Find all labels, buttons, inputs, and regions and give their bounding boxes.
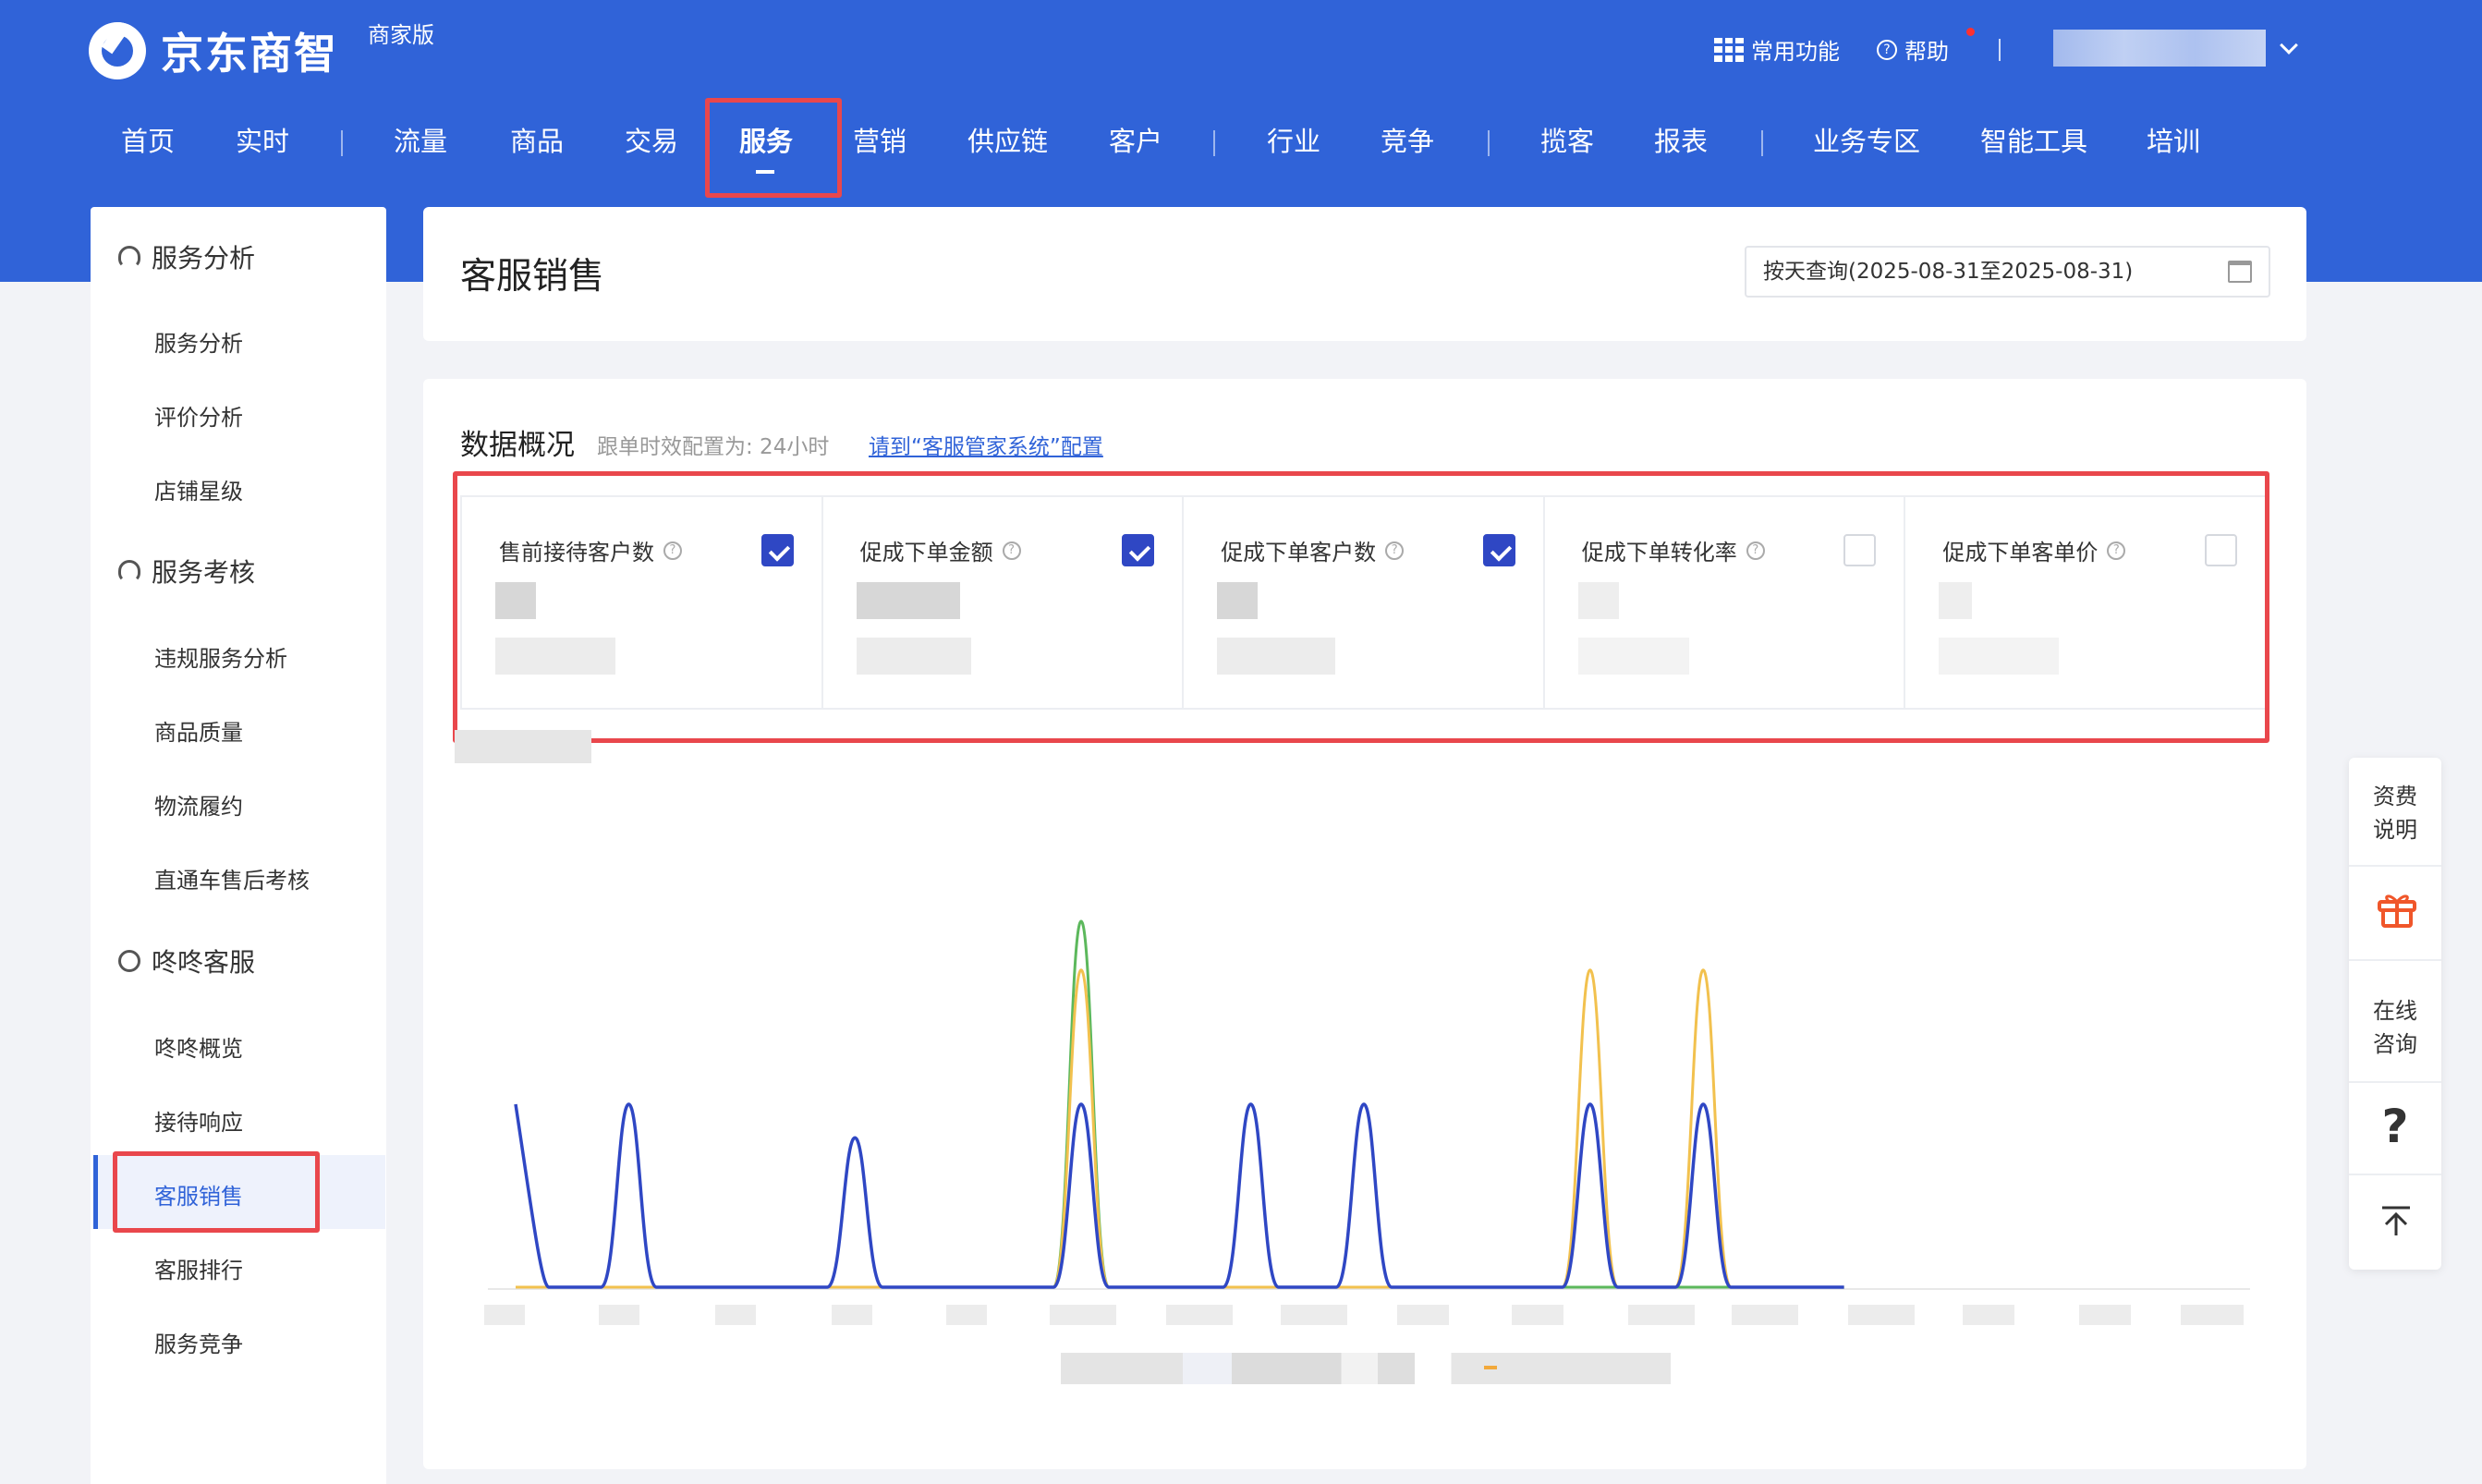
nav-realtime[interactable]: 实时	[236, 123, 289, 160]
online-consult-label: 在线咨询	[2373, 998, 2417, 1057]
calendar-icon[interactable]	[2228, 261, 2252, 283]
sidebar-item-violation-analysis[interactable]: 违规服务分析	[154, 640, 287, 673]
sidebar-item-aftersale-assessment[interactable]: 直通车售后考核	[154, 862, 310, 894]
notification-dot	[1966, 28, 1975, 36]
nav-supply-chain[interactable]: 供应链	[967, 123, 1048, 160]
nav-reports[interactable]: 报表	[1654, 123, 1708, 160]
sidebar-item-review-analysis[interactable]: 评价分析	[154, 399, 243, 432]
common-functions-link[interactable]: 常用功能	[1751, 33, 1840, 66]
floating-toolbar: 资费说明 在线咨询 ?	[2349, 758, 2441, 1270]
date-picker-value: 按天查询(2025-08-31至2025-08-31)	[1763, 260, 2134, 284]
nav-customers[interactable]: 客户	[1109, 123, 1162, 160]
brand-name: 京东商智	[161, 29, 338, 79]
headset-icon	[118, 246, 140, 268]
sidebar-group-label: 服务考核	[152, 557, 256, 588]
sidebar-item-service-analysis[interactable]: 服务分析	[154, 325, 243, 358]
header-tools: 常用功能 ? 帮助	[1714, 33, 2001, 66]
highlight-box-nav-service	[705, 98, 842, 198]
toolbar-divider	[2349, 959, 2441, 961]
fee-info-label: 资费说明	[2373, 784, 2417, 843]
x-tick-blurred	[832, 1305, 872, 1325]
x-tick-blurred	[1166, 1305, 1233, 1325]
nav-smart-tools[interactable]: 智能工具	[1980, 123, 2087, 160]
series-line-blue	[514, 1102, 1844, 1289]
highlight-box-sidebar	[113, 1151, 320, 1233]
sidebar-group-label: 服务分析	[152, 243, 256, 274]
toolbar-divider	[2349, 1081, 2441, 1083]
nav-divider	[1488, 130, 1490, 156]
x-tick-blurred	[484, 1305, 525, 1325]
fee-info-button[interactable]: 资费说明	[2349, 780, 2441, 846]
sidebar-item-service-competition[interactable]: 服务竞争	[154, 1326, 243, 1358]
x-tick-blurred	[599, 1305, 639, 1325]
toolbar-divider	[2349, 865, 2441, 867]
nav-divider	[341, 130, 343, 156]
chart-series	[514, 919, 1844, 1289]
page-title: 客服销售	[460, 256, 605, 298]
nav-training[interactable]: 培训	[2147, 123, 2200, 160]
sidebar-group-service-assessment[interactable]: 服务考核	[118, 553, 255, 590]
sidebar-item-product-quality[interactable]: 商品质量	[154, 714, 243, 747]
x-tick-blurred	[2181, 1305, 2244, 1325]
series-line-yellow	[516, 968, 1844, 1289]
trend-chart[interactable]	[462, 795, 2255, 1294]
sidebar-item-store-rating[interactable]: 店铺星级	[154, 473, 243, 505]
sidebar-active-indicator	[93, 1155, 98, 1229]
gift-icon[interactable]	[2377, 891, 2417, 928]
help-link[interactable]: 帮助	[1904, 33, 1949, 66]
series-line-green	[516, 919, 1844, 1289]
sidebar-item-dongdong-overview[interactable]: 咚咚概览	[154, 1030, 243, 1063]
config-link[interactable]: 请到“客服管家系统”配置	[869, 429, 1103, 460]
section-title: 数据概况	[460, 429, 575, 462]
series-legend-blurred	[1061, 1353, 1671, 1384]
highlight-box-metrics	[453, 471, 2269, 743]
faq-button[interactable]: ?	[2349, 1100, 2441, 1153]
headset-icon	[118, 560, 140, 582]
legend-marker-yellow	[1484, 1366, 1497, 1369]
x-tick-blurred	[1512, 1305, 1563, 1325]
chat-icon	[118, 950, 140, 972]
nav-marketing[interactable]: 营销	[853, 123, 906, 160]
chart-legend-blurred	[455, 730, 591, 763]
back-to-top-icon[interactable]	[2380, 1205, 2412, 1236]
nav-business-zone[interactable]: 业务专区	[1813, 123, 1920, 160]
x-tick-blurred	[1628, 1305, 1695, 1325]
account-name-blurred[interactable]	[2053, 30, 2266, 67]
logo-icon	[89, 22, 146, 79]
edition-label: 商家版	[368, 22, 434, 48]
nav-competition[interactable]: 竞争	[1381, 123, 1434, 160]
nav-industry[interactable]: 行业	[1267, 123, 1320, 160]
sidebar-group-service-analysis[interactable]: 服务分析	[118, 238, 255, 275]
sidebar-item-logistics[interactable]: 物流履约	[154, 788, 243, 821]
section-subtitle: 跟单时效配置为: 24小时	[597, 435, 830, 459]
sidebar-group-label: 咚咚客服	[152, 947, 256, 978]
x-tick-blurred	[1848, 1305, 1915, 1325]
toolbar-divider	[2349, 1174, 2441, 1175]
nav-home[interactable]: 首页	[121, 123, 175, 160]
online-consult-button[interactable]: 在线咨询	[2349, 994, 2441, 1061]
sidebar-item-cs-ranking[interactable]: 客服排行	[154, 1252, 243, 1284]
nav-products[interactable]: 商品	[510, 123, 564, 160]
grid-icon	[1714, 37, 1744, 62]
x-tick-blurred	[1050, 1305, 1116, 1325]
nav-divider	[1213, 130, 1215, 156]
brand-logo[interactable]: 京东商智	[89, 20, 338, 81]
x-tick-blurred	[2079, 1305, 2131, 1325]
sidebar-group-dongdong[interactable]: 咚咚客服	[118, 943, 255, 979]
nav-divider	[1761, 130, 1763, 156]
header-divider	[1999, 38, 2001, 61]
nav-trade[interactable]: 交易	[625, 123, 678, 160]
x-tick-blurred	[715, 1305, 756, 1325]
x-tick-blurred	[946, 1305, 987, 1325]
nav-traffic[interactable]: 流量	[394, 123, 447, 160]
help-icon: ?	[1877, 39, 1897, 60]
x-tick-blurred	[1963, 1305, 2014, 1325]
nav-acquire[interactable]: 揽客	[1540, 123, 1594, 160]
x-tick-blurred	[1732, 1305, 1798, 1325]
date-picker[interactable]: 按天查询(2025-08-31至2025-08-31)	[1745, 246, 2270, 298]
sidebar-item-reception-response[interactable]: 接待响应	[154, 1104, 243, 1137]
x-tick-blurred	[1397, 1305, 1449, 1325]
x-tick-blurred	[1281, 1305, 1347, 1325]
